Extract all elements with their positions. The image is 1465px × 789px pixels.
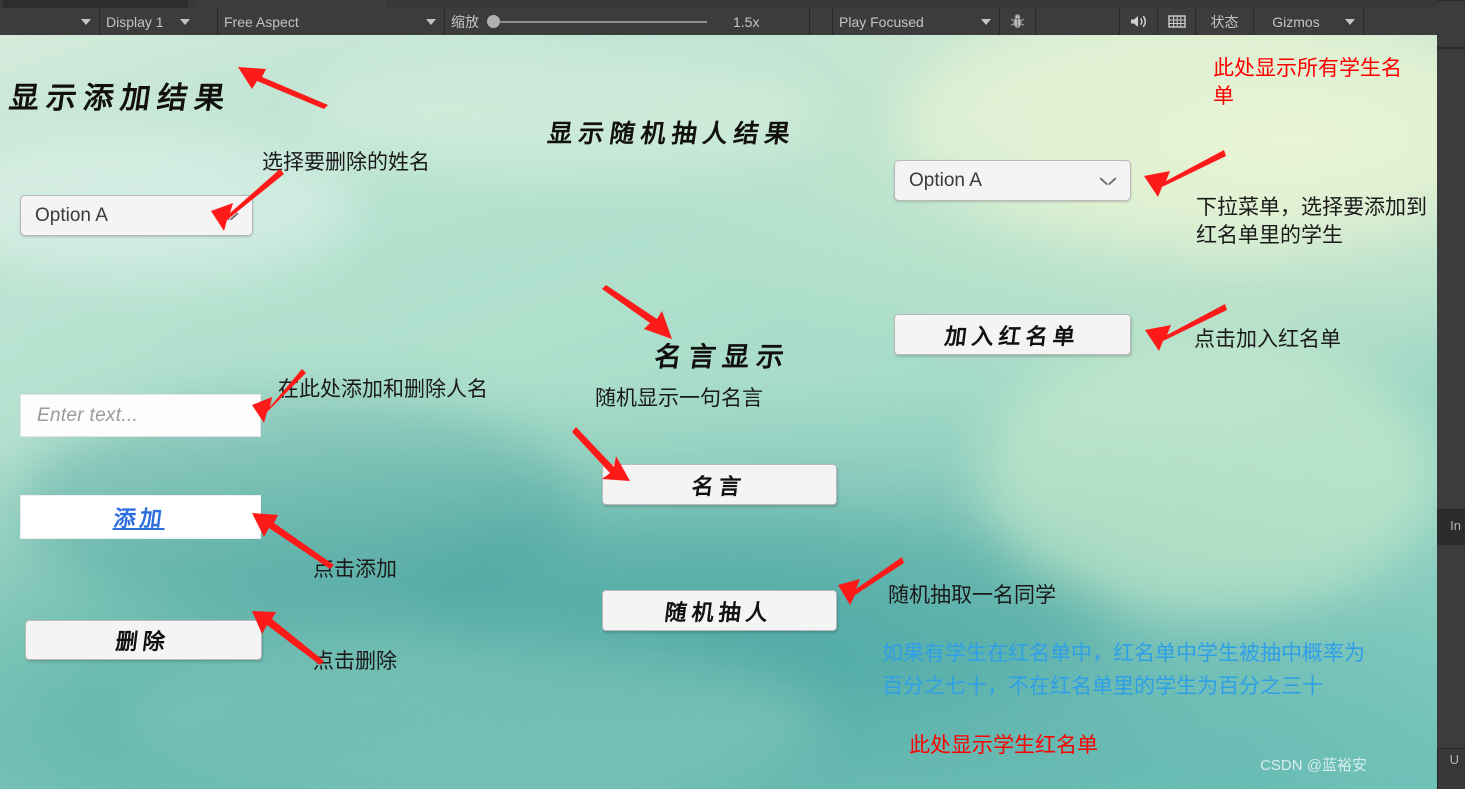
arrow-to-redlist-dropdown xyxy=(1144,150,1226,197)
arrow-to-add-result xyxy=(238,67,328,109)
bug-icon xyxy=(1009,13,1026,30)
chevron-down-icon xyxy=(179,18,190,25)
annotation-add-delete-here: 在此处添加和删除人名 xyxy=(278,378,488,401)
annotation-click-add: 点击添加 xyxy=(313,558,397,581)
quote-button[interactable]: 名言 xyxy=(602,464,837,505)
rail-row-lower xyxy=(1437,544,1465,749)
chevron-down-icon xyxy=(981,18,991,25)
game-view-toolbar: Display 1 Free Aspect 缩放 1.5x Play Focus… xyxy=(0,8,1465,35)
annotation-random-quote: 随机显示一句名言 xyxy=(595,387,763,410)
name-input[interactable]: Enter text... xyxy=(20,394,261,437)
annotation-all-students-list: 此处显示所有学生名 单 xyxy=(1213,57,1402,109)
redlist-dropdown-value: Option A xyxy=(909,169,982,191)
display-dropdown-label: Display 1 xyxy=(106,13,164,30)
gizmos-dropdown-button[interactable] xyxy=(1338,8,1364,35)
editor-tab-game[interactable] xyxy=(196,0,386,8)
zoom-label: 缩放 xyxy=(451,13,479,30)
csdn-watermark: CSDN @蓝裕安 xyxy=(1260,757,1367,774)
delete-name-dropdown-value: Option A xyxy=(35,204,108,226)
speaker-icon xyxy=(1129,14,1148,29)
rail-field-label: In xyxy=(1450,518,1461,533)
chevron-down-icon xyxy=(81,18,91,25)
editor-tab-scene[interactable] xyxy=(3,0,188,8)
game-canvas: 显示添加结果 显示随机抽人结果 名言显示 Option A Option A E… xyxy=(0,35,1437,789)
chevron-down-icon xyxy=(1344,18,1355,25)
grid-icon xyxy=(1167,14,1186,29)
chevron-down-icon xyxy=(222,211,238,221)
play-target-dropdown[interactable] xyxy=(0,8,100,35)
delete-button[interactable]: 删除 xyxy=(25,620,262,660)
play-focus-label: Play Focused xyxy=(839,13,924,30)
debug-toggle-button[interactable] xyxy=(1000,8,1036,35)
annotation-redlist-shown-here: 此处显示学生红名单 xyxy=(909,734,1098,757)
editor-tab-strip xyxy=(0,0,1465,8)
annotation-probability-note: 如果有学生在红名单中，红名单中学生被抽中概率为 百分之七十，不在红名单里的学生为… xyxy=(882,642,1365,698)
redlist-dropdown[interactable]: Option A xyxy=(894,160,1131,201)
zoom-value-box: 1.5x xyxy=(713,8,809,35)
bg-blob-6 xyxy=(980,335,1437,615)
play-focus-dropdown[interactable]: Play Focused xyxy=(833,8,1000,35)
random-pick-button[interactable]: 随机抽人 xyxy=(602,590,837,631)
heading-random-result: 显示随机抽人结果 xyxy=(545,119,798,148)
zoom-slider-knob[interactable] xyxy=(487,15,500,28)
delete-name-dropdown[interactable]: Option A xyxy=(20,195,253,236)
join-redlist-button[interactable]: 加入红名单 xyxy=(894,314,1131,355)
heading-quote-display: 名言显示 xyxy=(652,342,793,373)
join-redlist-button-label: 加入红名单 xyxy=(943,323,1082,350)
aspect-dropdown-label: Free Aspect xyxy=(224,13,299,30)
quote-button-label: 名言 xyxy=(690,473,748,500)
right-panel-rail: In U xyxy=(1437,0,1465,789)
chevron-down-icon xyxy=(1100,176,1116,186)
annotation-select-delete-name: 选择要删除的姓名 xyxy=(262,151,430,174)
chevron-down-icon xyxy=(426,18,436,25)
add-button[interactable]: 添加 xyxy=(20,495,261,539)
name-input-placeholder: Enter text... xyxy=(37,404,139,426)
display-dropdown[interactable]: Display 1 xyxy=(100,8,218,35)
zoom-value: 1.5x xyxy=(733,13,760,30)
rail-lower-label: U xyxy=(1449,752,1459,767)
gizmos-label: Gizmos xyxy=(1272,13,1320,30)
aspect-dropdown[interactable]: Free Aspect xyxy=(218,8,445,35)
annotation-click-add-redlist: 点击加入红名单 xyxy=(1194,328,1341,351)
stats-label: 状态 xyxy=(1210,13,1239,30)
unity-game-view: Display 1 Free Aspect 缩放 1.5x Play Focus… xyxy=(0,0,1465,789)
delete-button-label: 删除 xyxy=(114,629,172,655)
zoom-slider[interactable] xyxy=(487,8,707,35)
mute-audio-button[interactable] xyxy=(1120,8,1158,35)
annotation-click-delete: 点击删除 xyxy=(313,650,397,673)
zoom-spacer xyxy=(809,8,833,35)
zoom-slider-group[interactable]: 缩放 xyxy=(445,8,713,35)
annotation-dropdown-redlist: 下拉菜单，选择要添加到 红名单里的学生 xyxy=(1196,196,1427,248)
random-pick-button-label: 随机抽人 xyxy=(663,599,775,626)
stats-toggle-button[interactable]: 状态 xyxy=(1196,8,1254,35)
annotation-random-pick-one: 随机抽取一名同学 xyxy=(888,584,1056,607)
zoom-slider-track xyxy=(497,20,707,23)
aspect-grid-button[interactable] xyxy=(1158,8,1196,35)
heading-add-result: 显示添加结果 xyxy=(7,81,234,116)
rail-row-top xyxy=(1437,0,1465,48)
add-button-label: 添加 xyxy=(112,506,168,532)
toolbar-spacer xyxy=(1036,8,1120,35)
rail-row-mid xyxy=(1437,48,1465,510)
gizmos-toggle-button[interactable]: Gizmos xyxy=(1254,8,1338,35)
